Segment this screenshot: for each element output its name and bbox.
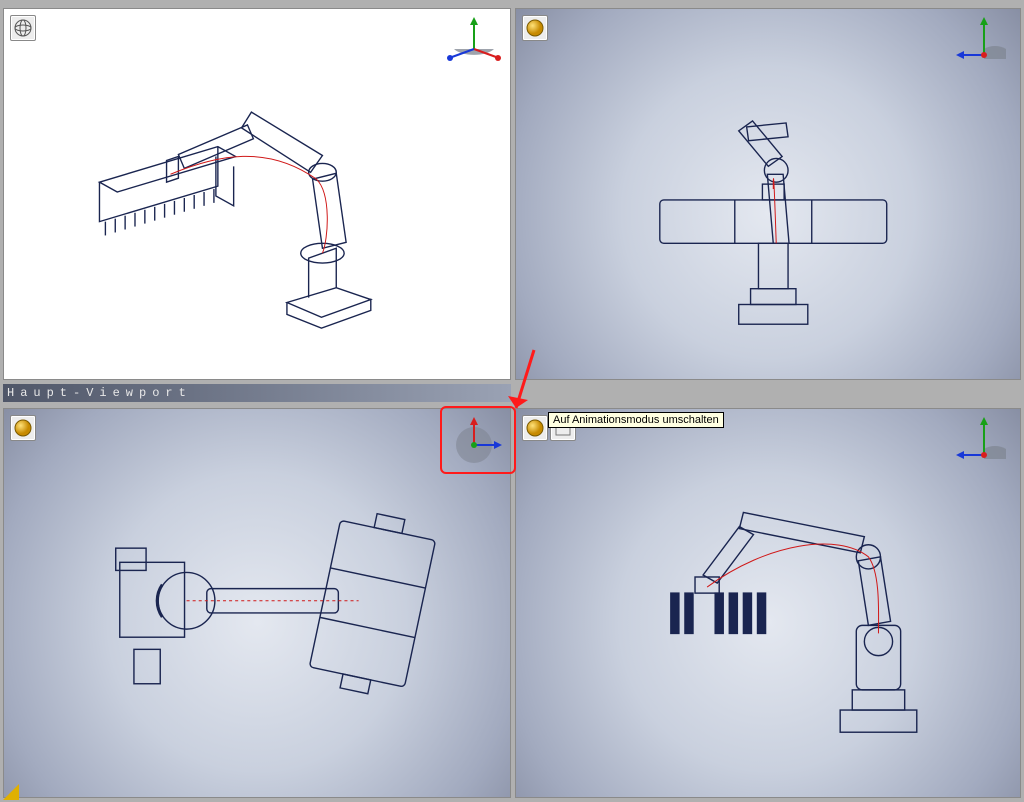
- viewport-top-left[interactable]: [3, 8, 511, 380]
- viewport-bottom-left[interactable]: [3, 408, 511, 798]
- viewport-content: [516, 409, 1020, 797]
- viewport-top-right[interactable]: [515, 8, 1021, 380]
- shaded-mode-icon[interactable]: [522, 15, 548, 41]
- main-viewport-label: Haupt-Viewport: [3, 384, 511, 402]
- shaded-mode-icon[interactable]: [522, 415, 548, 441]
- robot-iso-drawing: [60, 46, 455, 342]
- robot-front-drawing: [571, 46, 966, 342]
- viewport-content: [4, 9, 510, 379]
- viewport-content: [516, 9, 1020, 379]
- tooltip: Auf Animationsmodus umschalten: [548, 412, 724, 428]
- axis-gizmo-iso[interactable]: [446, 15, 502, 65]
- viewport-content: [4, 409, 510, 797]
- axis-gizmo-front[interactable]: [956, 15, 1012, 65]
- axis-gizmo-side[interactable]: [956, 415, 1012, 465]
- shaded-mode-icon[interactable]: [10, 415, 36, 441]
- robot-top-drawing: [55, 451, 460, 755]
- axis-gizmo-top[interactable]: [446, 415, 502, 465]
- resize-handle-icon[interactable]: [3, 784, 19, 800]
- wireframe-mode-icon[interactable]: [10, 15, 36, 41]
- viewport-bottom-right[interactable]: [515, 408, 1021, 798]
- robot-side-drawing: [566, 452, 969, 754]
- viewport-grid: Haupt-Viewport: [0, 0, 1024, 802]
